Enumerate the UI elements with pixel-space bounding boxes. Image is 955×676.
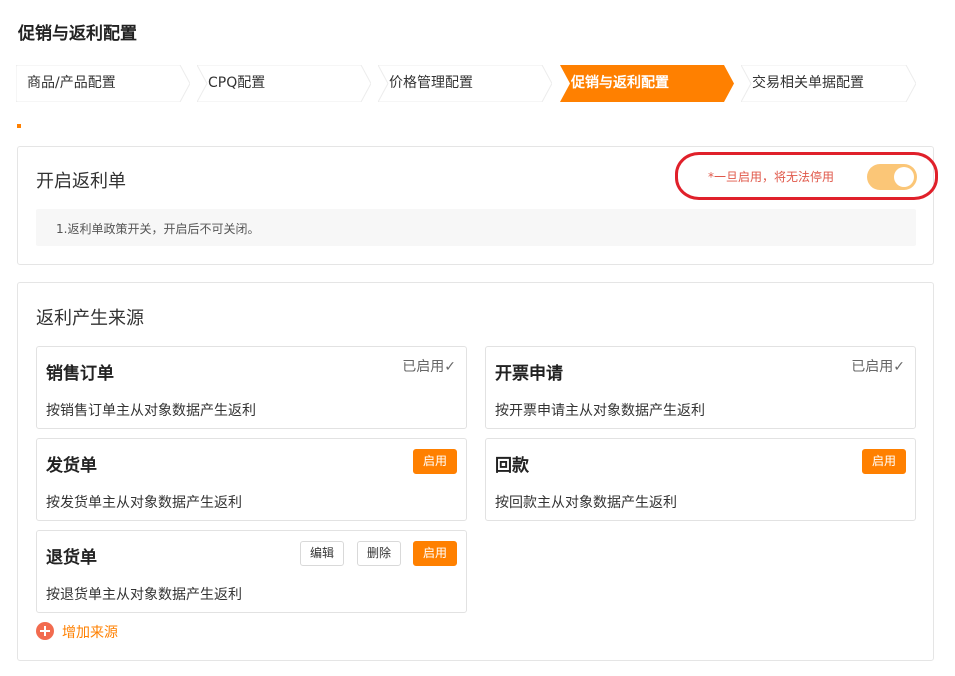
card-title: 开票申请: [495, 364, 563, 384]
card-description: 按销售订单主从对象数据产生返利: [46, 403, 256, 419]
delete-button[interactable]: 删除: [356, 541, 401, 566]
source-card-invoice-request: 开票申请 已启用✓ 按开票申请主从对象数据产生返利: [485, 346, 916, 429]
card-title: 退货单: [46, 548, 97, 568]
toggle-knob: [894, 167, 914, 187]
enable-button[interactable]: 启用: [412, 449, 457, 474]
step-label: 价格管理配置: [389, 75, 473, 91]
card-description: 按发货单主从对象数据产生返利: [46, 495, 242, 511]
card-title: 回款: [495, 456, 529, 476]
source-card-payment: 回款 启用 按回款主从对象数据产生返利: [485, 438, 916, 521]
edit-button[interactable]: 编辑: [299, 541, 344, 566]
enabled-status: 已启用✓: [402, 359, 456, 375]
enabled-status: 已启用✓: [851, 359, 905, 375]
add-source-label: 增加来源: [62, 625, 118, 641]
rebate-panel: 开启返利单 *一旦启用，将无法停用 1.返利单政策开关，开启后不可关闭。: [17, 146, 938, 265]
card-description: 按开票申请主从对象数据产生返利: [495, 403, 705, 419]
progress-dot: [17, 124, 21, 128]
card-description: 按回款主从对象数据产生返利: [495, 495, 677, 511]
source-card-sales-order: 销售订单 已启用✓ 按销售订单主从对象数据产生返利: [36, 346, 467, 429]
sources-panel-title: 返利产生来源: [36, 308, 144, 329]
card-title: 发货单: [46, 456, 97, 476]
card-title: 销售订单: [46, 364, 114, 384]
rebate-toggle[interactable]: [867, 164, 917, 190]
step-label: 促销与返利配置: [571, 75, 669, 91]
enable-button[interactable]: 启用: [861, 449, 906, 474]
rebate-description-box: 1.返利单政策开关，开启后不可关闭。: [36, 209, 916, 246]
source-card-delivery-note: 发货单 启用 按发货单主从对象数据产生返利: [36, 438, 467, 521]
step-label: 商品/产品配置: [27, 75, 116, 91]
rebate-sources-panel: 返利产生来源 销售订单 已启用✓ 按销售订单主从对象数据产生返利 开票申请 已启…: [17, 282, 934, 661]
step-label: 交易相关单据配置: [752, 75, 864, 91]
config-steps: 商品/产品配置 CPQ配置 价格管理配置 促销与返利配置 交易相关单据配置: [16, 65, 916, 102]
step-label: CPQ配置: [208, 75, 266, 91]
rebate-description: 1.返利单政策开关，开启后不可关闭。: [56, 222, 260, 236]
page-title: 促销与返利配置: [18, 24, 137, 44]
enable-button[interactable]: 启用: [412, 541, 457, 566]
plus-circle-icon: [36, 622, 54, 640]
rebate-panel-title: 开启返利单: [36, 171, 126, 192]
card-description: 按退货单主从对象数据产生返利: [46, 587, 242, 603]
source-card-return-order: 退货单 编辑 删除 启用 按退货单主从对象数据产生返利: [36, 530, 467, 613]
rebate-warning: *一旦启用，将无法停用: [708, 170, 835, 184]
